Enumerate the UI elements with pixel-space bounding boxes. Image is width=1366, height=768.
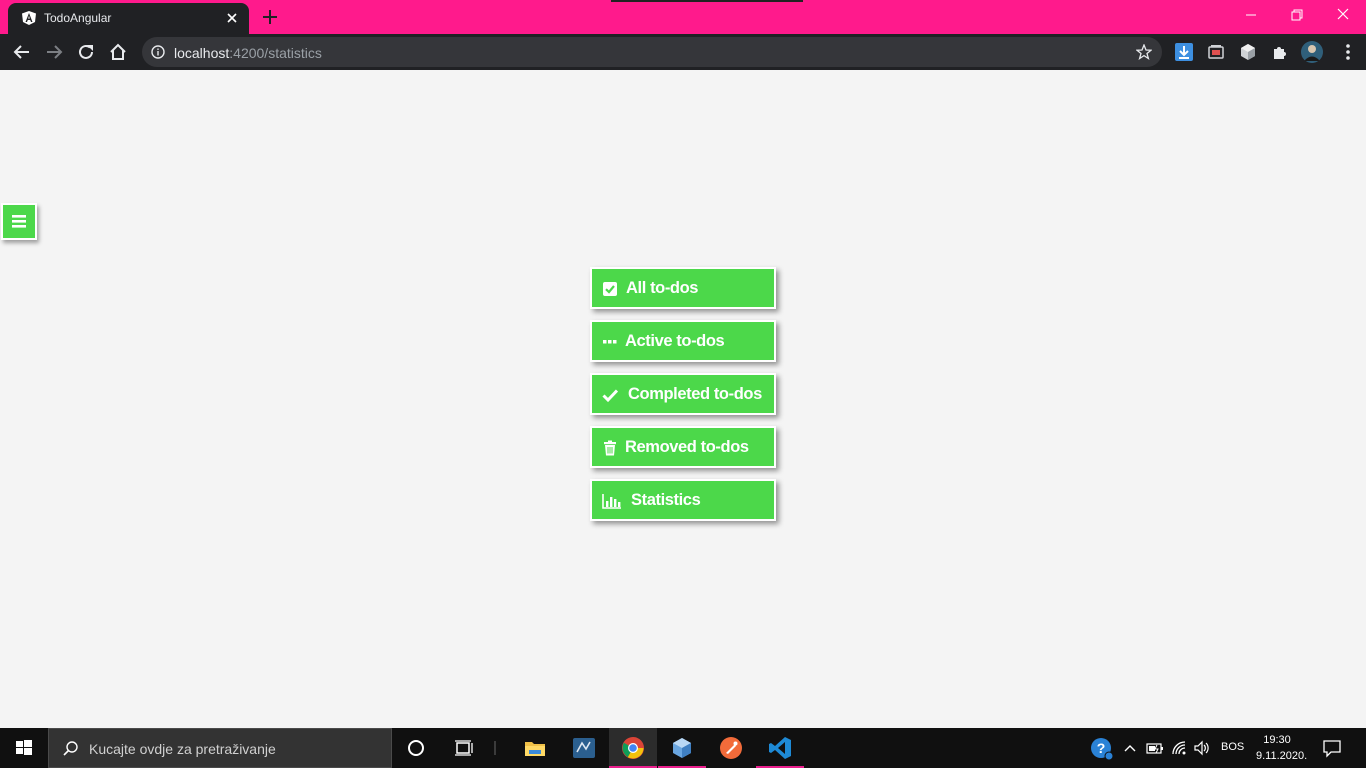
input-language[interactable]: BOS	[1221, 741, 1244, 753]
nav-removed-todos-button[interactable]: Removed to-dos	[590, 426, 776, 468]
taskbar-divider	[476, 728, 500, 768]
new-tab-icon[interactable]	[261, 8, 279, 26]
restore-icon	[1291, 9, 1303, 21]
nav-active-todos-button[interactable]: Active to-dos	[590, 320, 776, 362]
clock-time: 19:30	[1263, 734, 1291, 746]
check-square-icon	[603, 282, 617, 296]
windows-taskbar: Kucajte ovdje za pretraživanje ? BOS 19:…	[0, 728, 1366, 768]
tab-close-icon[interactable]	[224, 10, 240, 26]
url-host: localhost	[174, 45, 230, 61]
url-text[interactable]: localhost:4200/statistics	[174, 45, 322, 61]
window-title-bar: TodoAngular	[0, 0, 1366, 34]
postman-icon	[720, 737, 742, 759]
home-icon[interactable]	[108, 42, 128, 62]
nav-statistics-label: Statistics	[631, 491, 701, 509]
close-window-button[interactable]	[1320, 0, 1366, 30]
cortana-circle-icon	[408, 740, 424, 756]
address-bar[interactable]: localhost:4200/statistics	[142, 37, 1162, 67]
wifi-icon[interactable]	[1170, 739, 1188, 757]
chrome-taskbar-button[interactable]	[609, 728, 657, 768]
hamburger-icon	[12, 215, 26, 228]
ssms-button[interactable]	[560, 728, 608, 768]
windows-logo-icon	[16, 740, 32, 755]
vscode-icon	[769, 737, 791, 759]
trash-icon	[604, 440, 616, 456]
todo-nav-menu: All to-dos Active to-dos Completed to-do…	[590, 267, 776, 532]
extensions-puzzle-icon[interactable]	[1271, 43, 1289, 61]
bar-chart-icon	[602, 494, 621, 509]
more-menu-icon[interactable]	[1341, 42, 1355, 62]
browser-toolbar: localhost:4200/statistics	[0, 34, 1366, 70]
tab-title: TodoAngular	[44, 11, 112, 25]
bookmark-star-icon[interactable]	[1136, 44, 1152, 60]
battery-icon[interactable]	[1146, 739, 1164, 757]
nav-completed-todos-label: Completed to-dos	[628, 385, 762, 403]
notification-center-icon[interactable]	[1322, 738, 1342, 758]
angular-favicon-icon	[22, 11, 36, 25]
minimize-icon	[1246, 14, 1256, 16]
svg-text:?: ?	[1097, 740, 1106, 756]
start-button[interactable]	[0, 728, 48, 768]
folder-icon	[525, 742, 545, 756]
screenshot-extension-icon[interactable]	[1207, 43, 1225, 61]
profile-avatar-icon	[1301, 41, 1323, 63]
search-placeholder: Kucajte ovdje za pretraživanje	[89, 741, 276, 757]
database-tool-icon	[573, 738, 595, 758]
browser-tab[interactable]: TodoAngular	[8, 3, 249, 34]
vscode-button[interactable]	[756, 728, 804, 768]
back-arrow-icon[interactable]	[12, 42, 32, 62]
forward-arrow-icon[interactable]	[44, 42, 64, 62]
reload-icon[interactable]	[76, 42, 96, 62]
restore-button[interactable]	[1274, 0, 1320, 30]
cube-app-icon	[673, 738, 691, 758]
nav-removed-todos-label: Removed to-dos	[625, 438, 749, 456]
url-path: :4200/statistics	[229, 45, 322, 61]
minimize-button[interactable]	[1228, 0, 1274, 30]
nav-all-todos-button[interactable]: All to-dos	[590, 267, 776, 309]
help-tray-icon[interactable]: ?	[1090, 737, 1114, 761]
chrome-icon	[622, 737, 644, 759]
window-drag-indicator	[611, 0, 803, 2]
cube-extension-icon[interactable]	[1239, 43, 1257, 61]
virtualbox-button[interactable]	[658, 728, 706, 768]
chevron-up-icon[interactable]	[1121, 739, 1139, 757]
checkmark-icon	[602, 389, 618, 403]
nav-completed-todos-button[interactable]: Completed to-dos	[590, 373, 776, 415]
sidebar-toggle-button[interactable]	[1, 203, 37, 240]
cortana-button[interactable]	[392, 728, 440, 768]
close-icon	[1337, 8, 1349, 20]
clock-date: 9.11.2020.	[1256, 750, 1308, 762]
profile-avatar[interactable]	[1301, 41, 1323, 63]
download-extension-icon[interactable]	[1175, 43, 1193, 61]
page-content: All to-dos Active to-dos Completed to-do…	[0, 70, 1366, 728]
postman-button[interactable]	[707, 728, 755, 768]
nav-statistics-button[interactable]: Statistics	[590, 479, 776, 521]
divider-icon	[494, 741, 496, 755]
taskbar-search-input[interactable]: Kucajte ovdje za pretraživanje	[48, 728, 392, 768]
search-icon	[63, 741, 78, 756]
nav-all-todos-label: All to-dos	[626, 279, 699, 297]
clock[interactable]: 19:30 9.11.2020.	[1256, 732, 1308, 764]
info-icon[interactable]	[151, 45, 165, 59]
ellipsis-icon	[603, 340, 617, 344]
volume-icon[interactable]	[1193, 739, 1211, 757]
nav-active-todos-label: Active to-dos	[625, 332, 725, 350]
task-view-icon	[455, 740, 473, 756]
file-explorer-button[interactable]	[511, 728, 559, 768]
